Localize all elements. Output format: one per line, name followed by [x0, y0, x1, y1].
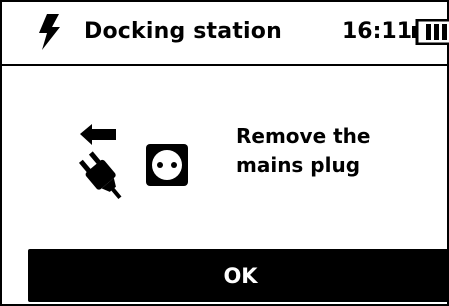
instruction-line-2: mains plug: [236, 153, 361, 177]
socket-icon: [146, 144, 188, 186]
instruction-text: Remove the mains plug: [236, 122, 370, 180]
ok-button[interactable]: OK: [28, 249, 449, 302]
plug-icon: [78, 151, 122, 200]
ok-button-label: OK: [223, 263, 258, 288]
unplug-illustration: [78, 124, 188, 200]
page-title: Docking station: [84, 19, 282, 44]
arrow-left-icon: [80, 124, 116, 145]
clock-time: 16:11: [342, 19, 413, 44]
device-screen: Docking station 16:11 Remove the mains p…: [0, 0, 449, 306]
lightning-bolt-icon: [39, 14, 60, 50]
battery-icon: [412, 19, 449, 45]
instruction-line-1: Remove the: [236, 124, 371, 148]
header-bar: Docking station 16:11: [2, 2, 449, 66]
